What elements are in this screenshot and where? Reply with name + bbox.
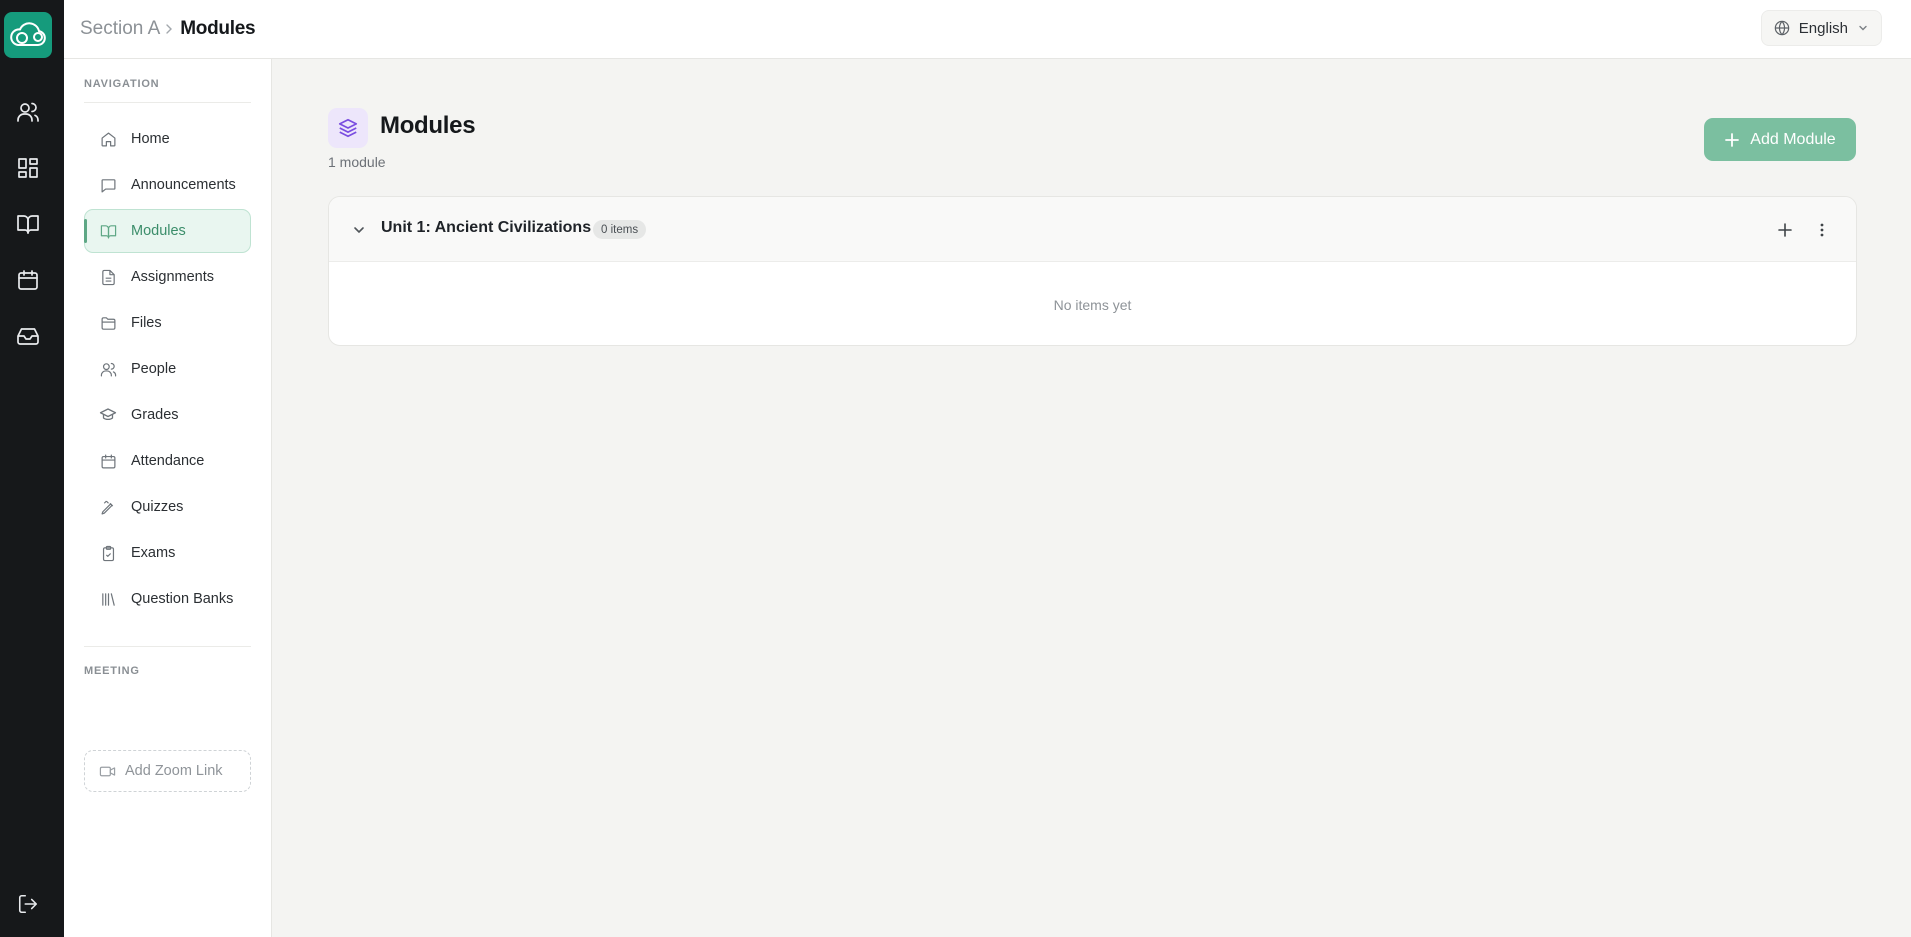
sidebar-item-label: Home: [131, 131, 170, 147]
chevron-down-icon: [1857, 22, 1869, 34]
sidebar-item-announcements[interactable]: Announcements: [84, 163, 251, 207]
add-item-plus-icon[interactable]: [1774, 219, 1796, 241]
sidebar-item-label: Quizzes: [131, 499, 184, 515]
add-zoom-link-label: Add Zoom Link: [125, 763, 223, 779]
sidebar-item-label: Exams: [131, 545, 176, 561]
breadcrumb-parent[interactable]: Section A: [80, 18, 160, 40]
sidebar-item-label: Question Banks: [131, 591, 234, 607]
more-vertical-icon[interactable]: [1811, 219, 1833, 241]
add-module-label: Add Module: [1750, 130, 1836, 148]
video-camera-icon: [99, 763, 116, 780]
layers-icon: [328, 108, 368, 148]
sidebar-item-label: Assignments: [131, 269, 215, 285]
sidebar-item-exams[interactable]: Exams: [84, 531, 251, 575]
app-rail: [0, 0, 64, 937]
breadcrumb: Section A Modules: [80, 0, 256, 58]
breadcrumb-current: Modules: [180, 18, 256, 39]
sidebar-item-people[interactable]: People: [84, 347, 251, 391]
sidebar-item-label: People: [131, 361, 177, 377]
page-title: Modules: [380, 112, 476, 139]
graduation-cap-icon: [99, 406, 117, 424]
calendar-icon[interactable]: [12, 264, 44, 296]
sidebar-item-modules[interactable]: Modules: [84, 209, 251, 253]
top-bar: Section A Modules English: [64, 0, 1911, 59]
add-module-button[interactable]: Add Module: [1704, 118, 1856, 161]
sidebar-item-label: Grades: [131, 407, 179, 423]
users-icon[interactable]: [12, 96, 44, 128]
sidebar-item-question-banks[interactable]: Question Banks: [84, 577, 251, 621]
clipboard-check-icon: [99, 544, 117, 562]
divider: [84, 102, 251, 103]
module-count: 1 module: [328, 154, 386, 170]
chevron-down-icon[interactable]: [349, 220, 369, 240]
sidebar-item-label: Attendance: [131, 453, 205, 469]
sidebar-item-label: Modules: [131, 223, 186, 239]
add-zoom-link-button[interactable]: Add Zoom Link: [84, 750, 251, 792]
module-title: Unit 1: Ancient Civilizations: [381, 219, 592, 236]
book-icon[interactable]: [12, 208, 44, 240]
document-icon: [99, 268, 117, 286]
module-card: Unit 1: Ancient Civilizations 0 items No…: [328, 196, 1857, 346]
language-selector[interactable]: English: [1760, 10, 1882, 46]
sidebar-item-grades[interactable]: Grades: [84, 393, 251, 437]
sidebar-item-label: Files: [131, 315, 162, 331]
calendar-icon: [99, 452, 117, 470]
main-content: Modules 1 module Add Module Unit 1: Anci…: [272, 59, 1911, 937]
dashboard-icon[interactable]: [12, 152, 44, 184]
meeting-section-label: MEETING: [84, 665, 140, 677]
navigation-section-label: NAVIGATION: [84, 78, 160, 90]
message-icon: [99, 176, 117, 194]
globe-icon: [1774, 20, 1790, 36]
sidebar-item-home[interactable]: Home: [84, 117, 251, 161]
empty-state: No items yet: [1053, 296, 1132, 313]
divider: [84, 646, 251, 647]
logout-icon[interactable]: [12, 888, 44, 920]
language-label: English: [1798, 19, 1848, 37]
sidebar-item-label: Announcements: [131, 177, 236, 193]
pen-icon: [99, 498, 117, 516]
plus-icon: [1724, 132, 1740, 148]
sidebar-item-assignments[interactable]: Assignments: [84, 255, 251, 299]
library-icon: [99, 590, 117, 608]
inbox-icon[interactable]: [12, 320, 44, 352]
sidebar-nav: Home Announcements Modules Assignments F…: [84, 117, 251, 623]
sidebar-item-attendance[interactable]: Attendance: [84, 439, 251, 483]
folder-icon: [99, 314, 117, 332]
sidebar-item-quizzes[interactable]: Quizzes: [84, 485, 251, 529]
sidebar-item-files[interactable]: Files: [84, 301, 251, 345]
module-header[interactable]: Unit 1: Ancient Civilizations 0 items: [329, 197, 1856, 262]
cloud-logo-icon[interactable]: [4, 12, 52, 58]
course-sidebar: NAVIGATION Home Announcements Modules As…: [64, 59, 272, 937]
book-icon: [99, 222, 117, 240]
item-count-badge: 0 items: [593, 220, 647, 239]
users-icon: [99, 360, 117, 378]
home-icon: [99, 130, 117, 148]
chevron-right-icon: [164, 23, 174, 35]
